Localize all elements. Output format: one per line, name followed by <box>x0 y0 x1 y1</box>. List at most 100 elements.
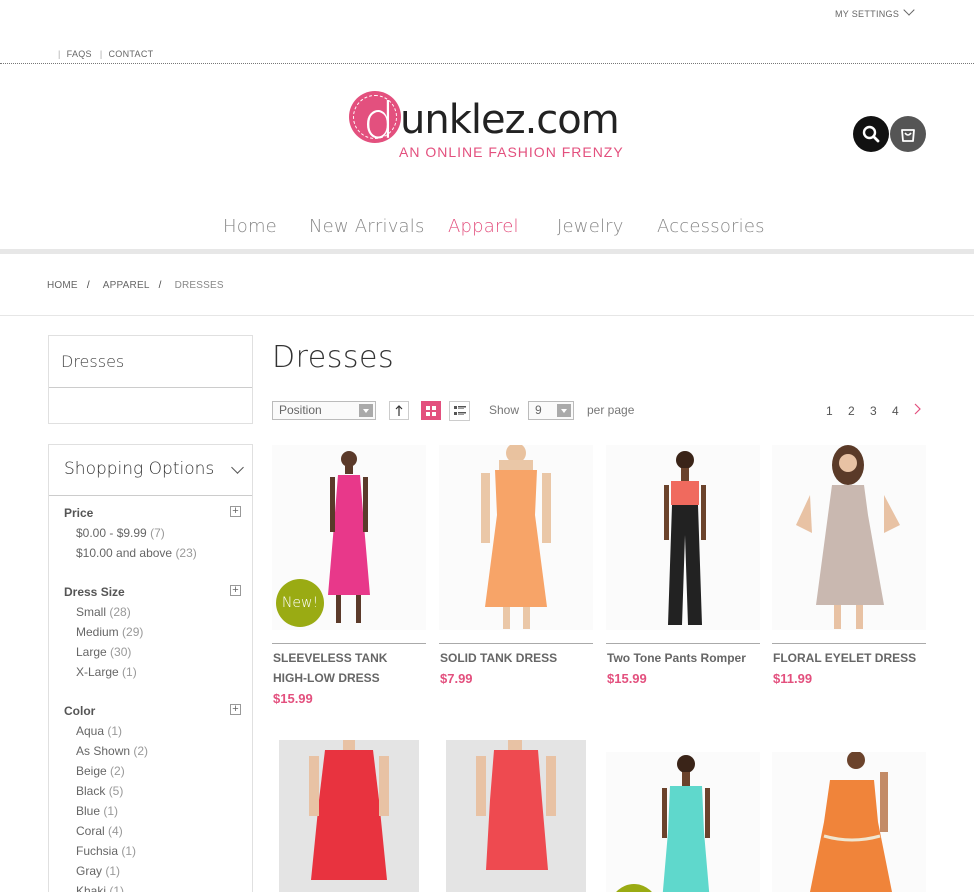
product-image[interactable] <box>439 445 593 630</box>
option-label: Beige <box>76 764 107 778</box>
list-view-button[interactable] <box>449 401 470 421</box>
logo-wordmark: unklez.com <box>400 97 620 143</box>
product-divider <box>439 643 593 644</box>
dress-photo <box>796 445 900 629</box>
arrow-up-icon <box>395 405 403 416</box>
product-image[interactable] <box>606 752 760 892</box>
option-count: (1) <box>107 724 123 738</box>
filter-dress-size: Dress Size + Small (28) Medium (29) Larg… <box>64 582 244 682</box>
per-page-value: 9 <box>535 403 542 417</box>
option-label: Medium <box>76 625 119 639</box>
dress-shape <box>668 505 702 625</box>
option-label: As Shown <box>76 744 131 758</box>
my-settings-label: MY SETTINGS <box>835 9 900 19</box>
breadcrumb-separator: / <box>158 280 162 291</box>
nav-jewelry[interactable]: Jewelry <box>557 216 624 237</box>
show-label: Show <box>489 403 520 417</box>
product-name[interactable]: Two Tone Pants Romper <box>607 648 757 668</box>
product-name[interactable]: SLEEVELESS TANK HIGH-LOW DRESS <box>273 648 423 688</box>
site-logo[interactable]: d unklez.com AN ONLINE FASHION FRENZY <box>349 88 639 168</box>
option-count: (1) <box>109 884 125 892</box>
new-badge: New! <box>276 579 324 627</box>
dress-photo <box>810 752 892 892</box>
top-links: | FAQS | CONTACT <box>58 49 161 59</box>
nav-accessories[interactable]: Accessories <box>657 216 765 237</box>
sort-direction-button[interactable] <box>389 401 409 420</box>
product-image[interactable] <box>279 740 419 892</box>
option-label: Aqua <box>76 724 105 738</box>
shopping-options-title: Shopping Options <box>64 459 215 479</box>
filter-option[interactable]: Blue (1) <box>76 801 244 821</box>
page-2[interactable]: 2 <box>848 404 855 418</box>
nav-home[interactable]: Home <box>223 216 277 237</box>
nav-new-arrivals[interactable]: New Arrivals <box>309 216 425 237</box>
filter-option[interactable]: $0.00 - $9.99 (7) <box>76 523 244 543</box>
per-page-label: per page <box>587 403 635 417</box>
breadcrumb-divider <box>0 315 974 316</box>
option-count: (2) <box>133 744 149 758</box>
page-4[interactable]: 4 <box>892 404 899 418</box>
breadcrumb-apparel[interactable]: APPAREL <box>103 280 150 291</box>
filter-option[interactable]: Medium (29) <box>76 622 244 642</box>
filter-option[interactable]: Coral (4) <box>76 821 244 841</box>
shopping-options: Shopping Options Price + $0.00 - $9.99 (… <box>48 444 253 892</box>
grid-view-button[interactable] <box>421 401 441 420</box>
filter-title: Color <box>64 704 96 718</box>
shopping-bag-icon <box>901 129 915 142</box>
sort-by-value: Position <box>279 403 322 417</box>
shopping-options-header[interactable]: Shopping Options <box>49 445 252 496</box>
filter-title: Price <box>64 506 94 520</box>
filter-option[interactable]: Small (28) <box>76 602 244 622</box>
filter-option[interactable]: $10.00 and above (23) <box>76 543 244 563</box>
product-image[interactable] <box>772 445 926 630</box>
page-title: Dresses <box>272 340 395 375</box>
product-image[interactable] <box>772 752 926 892</box>
per-page-select[interactable]: 9 <box>528 401 574 420</box>
dress-shape <box>311 750 387 880</box>
filter-option[interactable]: Black (5) <box>76 781 244 801</box>
filter-option[interactable]: Gray (1) <box>76 861 244 881</box>
filter-price: Price + $0.00 - $9.99 (7) $10.00 and abo… <box>64 503 244 563</box>
breadcrumb: HOME / APPAREL / DRESSES <box>47 280 224 291</box>
my-settings-menu[interactable]: MY SETTINGS <box>835 4 915 19</box>
product-image[interactable] <box>446 740 586 892</box>
product-price: $11.99 <box>773 671 813 686</box>
search-button[interactable] <box>853 116 889 152</box>
sort-by-select[interactable]: Position <box>272 401 376 420</box>
chevron-down-icon <box>903 4 915 16</box>
filter-option[interactable]: X-Large (1) <box>76 662 244 682</box>
product-name[interactable]: FLORAL EYELET DRESS <box>773 648 923 668</box>
page-1[interactable]: 1 <box>826 404 833 418</box>
product-name[interactable]: SOLID TANK DRESS <box>440 648 590 668</box>
filter-option[interactable]: As Shown (2) <box>76 741 244 761</box>
breadcrumb-separator: / <box>86 280 90 291</box>
dress-photo <box>664 451 706 625</box>
expand-icon[interactable]: + <box>230 585 241 596</box>
option-label: Large <box>76 645 107 659</box>
logo-letter: d <box>363 92 395 150</box>
next-page-button[interactable] <box>913 403 921 418</box>
option-label: $0.00 - $9.99 <box>76 526 147 540</box>
filter-option[interactable]: Aqua (1) <box>76 721 244 741</box>
filter-option[interactable]: Fuchsia (1) <box>76 841 244 861</box>
faqs-link[interactable]: FAQS <box>67 49 92 59</box>
chevron-right-icon <box>914 403 921 415</box>
dropdown-arrow-icon <box>557 404 571 417</box>
product-image[interactable] <box>606 445 760 630</box>
nav-apparel[interactable]: Apparel <box>448 216 519 237</box>
option-label: $10.00 and above <box>76 546 173 560</box>
page-3[interactable]: 3 <box>870 404 877 418</box>
contact-link[interactable]: CONTACT <box>109 49 154 59</box>
expand-icon[interactable]: + <box>230 506 241 517</box>
filter-option[interactable]: Beige (2) <box>76 761 244 781</box>
expand-icon[interactable]: + <box>230 704 241 715</box>
filter-option[interactable]: Khaki (1) <box>76 881 244 892</box>
cart-button[interactable] <box>890 116 926 152</box>
filter-option[interactable]: Large (30) <box>76 642 244 662</box>
dropdown-arrow-icon <box>359 404 373 417</box>
option-count: (1) <box>121 844 137 858</box>
option-count: (4) <box>108 824 123 838</box>
option-count: (1) <box>105 864 121 878</box>
breadcrumb-home[interactable]: HOME <box>47 280 78 291</box>
option-count: (28) <box>109 605 131 619</box>
